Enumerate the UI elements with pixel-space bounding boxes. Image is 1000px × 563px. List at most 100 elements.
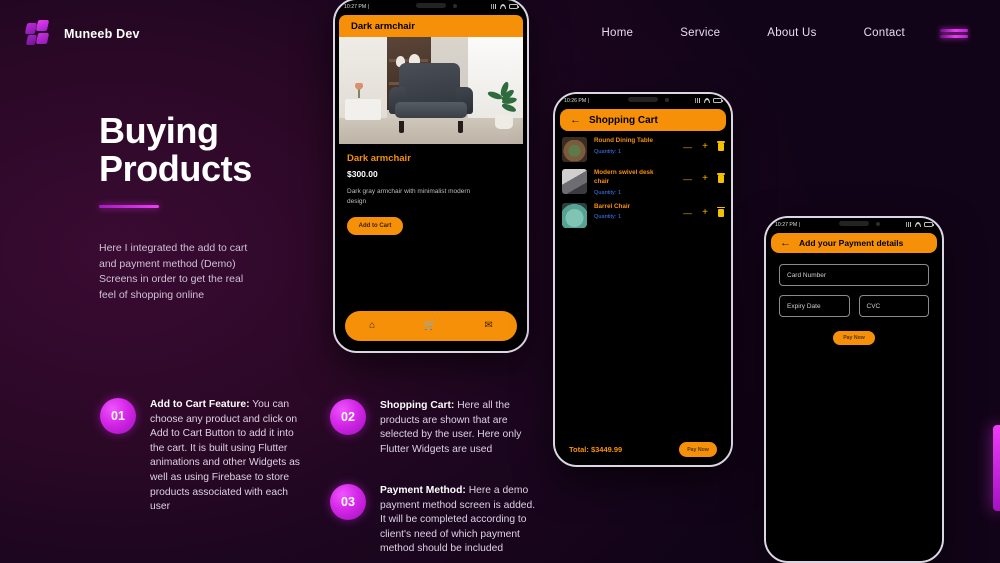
- logo-diamond-icon: [24, 20, 53, 47]
- status-icons: [906, 222, 934, 227]
- feature-badge: 02: [330, 399, 366, 435]
- brand[interactable]: Muneeb Dev: [24, 20, 140, 47]
- back-arrow-icon[interactable]: ←: [780, 237, 791, 249]
- payment-form: Card Number Expiry Date CVC Pay Now: [766, 253, 942, 345]
- battery-icon: [713, 98, 723, 103]
- wifi-icon: [500, 4, 506, 9]
- feature-item-02: 02 Shopping Cart: Here all the products …: [330, 399, 550, 457]
- hamburger-menu-icon[interactable]: [940, 29, 970, 40]
- cart-item-list: Round Dining Table Quantity: 1 — + Moder…: [555, 131, 731, 228]
- cart-item-info: Modern swivel desk chair Quantity: 1: [594, 169, 676, 196]
- decrease-quantity-icon[interactable]: —: [683, 175, 692, 184]
- hero-section: Buying Products Here I integrated the ad…: [99, 112, 369, 303]
- card-meta-row: Expiry Date CVC: [779, 295, 929, 317]
- nav-item-home[interactable]: Home: [602, 27, 634, 39]
- status-icons: [491, 4, 519, 9]
- status-bar: 10:27 PM |: [766, 218, 942, 231]
- quantity-stepper: — +: [683, 137, 725, 152]
- cart-row: Modern swivel desk chair Quantity: 1 — +: [562, 169, 725, 196]
- product-thumbnail: [562, 169, 587, 194]
- delete-item-icon[interactable]: [717, 141, 725, 151]
- product-name: Dark armchair: [347, 153, 411, 164]
- appbar-title: Shopping Cart: [589, 114, 658, 126]
- bottom-nav-bar: ⌂ 🛒 ✉: [345, 311, 517, 341]
- cart-row: Round Dining Table Quantity: 1 — +: [562, 137, 725, 162]
- appbar-title: Add your Payment details: [799, 238, 904, 248]
- feature-body: You can choose any product and click on …: [150, 399, 300, 513]
- cart-total: Total: $3449.99: [569, 445, 623, 454]
- cart-row: Barrel Chair Quantity: 1 — +: [562, 202, 725, 228]
- cart-item-quantity: Quantity: 1: [594, 214, 622, 221]
- card-number-field[interactable]: Card Number: [779, 264, 929, 286]
- home-icon[interactable]: ⌂: [369, 321, 375, 331]
- status-time: 10:27 PM |: [775, 221, 800, 228]
- cart-footer: Total: $3449.99 Pay Now: [555, 442, 731, 457]
- back-arrow-icon[interactable]: ←: [570, 114, 581, 126]
- feature-item-01: 01 Add to Cart Feature: You can choose a…: [100, 398, 315, 515]
- quantity-stepper: — +: [683, 203, 725, 217]
- feature-item-03: 03 Payment Method: Here a demo payment m…: [330, 484, 550, 557]
- quantity-stepper: — +: [683, 169, 725, 184]
- add-to-cart-button[interactable]: Add to Cart: [347, 217, 403, 235]
- feature-title: Add to Cart Feature:: [150, 399, 250, 410]
- cart-item-quantity: Quantity: 1: [594, 189, 622, 196]
- notch-speaker: [839, 221, 869, 226]
- cart-appbar: ← Shopping Cart: [560, 109, 726, 131]
- front-camera-icon: [876, 222, 880, 226]
- phone-side-button: [764, 276, 766, 294]
- decrease-quantity-icon[interactable]: —: [683, 143, 692, 152]
- pay-now-button[interactable]: Pay Now: [833, 331, 875, 345]
- expiry-date-field[interactable]: Expiry Date: [779, 295, 850, 317]
- cart-item-info: Barrel Chair Quantity: 1: [594, 203, 676, 221]
- main-nav: Home Service About Us Contact: [602, 27, 906, 39]
- product-thumbnail: [562, 137, 587, 162]
- cart-item-name: Round Dining Table: [594, 137, 653, 144]
- front-camera-icon: [453, 4, 457, 8]
- product-screen: 10:27 PM | Dark armchair Dark armchair $…: [335, 0, 527, 351]
- feature-text: Shopping Cart: Here all the products are…: [380, 399, 543, 457]
- signal-icon: [491, 4, 497, 9]
- feature-title: Shopping Cart:: [380, 400, 455, 411]
- increase-quantity-icon[interactable]: +: [702, 174, 708, 184]
- appbar-title: Dark armchair: [351, 20, 415, 32]
- status-time: 10:26 PM |: [564, 97, 589, 104]
- product-image: [339, 37, 523, 144]
- front-camera-icon: [665, 98, 669, 102]
- page-title-line2: Products: [99, 148, 252, 189]
- payment-appbar: ← Add your Payment details: [771, 233, 937, 253]
- increase-quantity-icon[interactable]: +: [702, 142, 708, 152]
- feature-title: Payment Method:: [380, 485, 466, 496]
- phone-mockup-cart: 10:26 PM | ← Shopping Cart Round Dining …: [553, 92, 733, 467]
- increase-quantity-icon[interactable]: +: [702, 207, 708, 217]
- status-bar: 10:27 PM |: [335, 0, 527, 13]
- armchair-illustration: [388, 62, 474, 134]
- decrease-quantity-icon[interactable]: —: [683, 208, 692, 217]
- delete-item-icon[interactable]: [717, 206, 725, 217]
- status-icons: [695, 98, 723, 103]
- cvc-field[interactable]: CVC: [858, 295, 929, 317]
- cart-icon[interactable]: 🛒: [424, 321, 436, 331]
- phone-mockup-payment: 10:27 PM | ← Add your Payment details Ca…: [764, 216, 944, 563]
- notch-speaker: [628, 97, 658, 102]
- brand-name: Muneeb Dev: [64, 26, 140, 41]
- phone-power-button: [942, 290, 944, 324]
- nav-item-contact[interactable]: Contact: [864, 27, 905, 39]
- delete-item-icon[interactable]: [717, 173, 725, 183]
- phone-volume-button: [764, 302, 766, 330]
- pay-now-button[interactable]: Pay Now: [679, 442, 717, 457]
- phone-mockup-product: 10:27 PM | Dark armchair Dark armchair $…: [333, 0, 529, 353]
- mail-icon[interactable]: ✉: [484, 321, 492, 331]
- page-title: Buying Products: [99, 112, 369, 188]
- battery-icon: [509, 4, 519, 9]
- nav-item-about-us[interactable]: About Us: [767, 27, 816, 39]
- right-edge-accent: [993, 425, 1000, 511]
- nav-item-service[interactable]: Service: [680, 27, 720, 39]
- wifi-icon: [915, 222, 921, 227]
- product-appbar: Dark armchair: [339, 15, 523, 37]
- status-bar: 10:26 PM |: [555, 94, 731, 107]
- cart-item-info: Round Dining Table Quantity: 1: [594, 137, 676, 155]
- payment-screen: 10:27 PM | ← Add your Payment details Ca…: [766, 218, 942, 561]
- signal-icon: [906, 222, 912, 227]
- product-price: $300.00: [347, 169, 378, 179]
- room-scene-illustration: [339, 37, 523, 144]
